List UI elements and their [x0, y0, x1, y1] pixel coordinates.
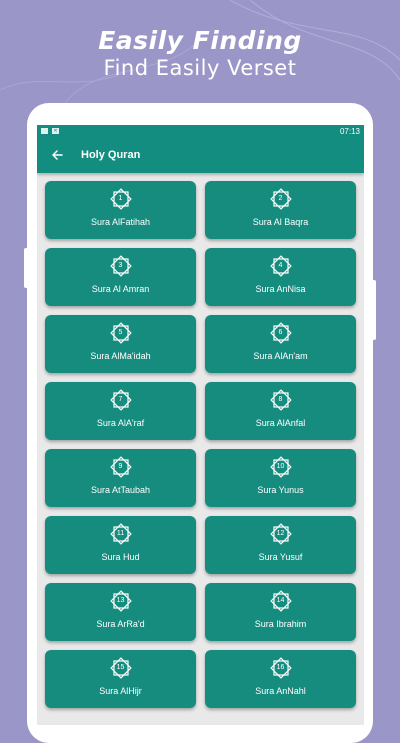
star-badge-icon: 10 [268, 454, 294, 480]
sura-number: 15 [116, 664, 125, 671]
phone-side-button-right [372, 280, 376, 340]
star-badge-icon: 16 [268, 655, 294, 681]
page-title: Holy Quran [81, 149, 141, 161]
back-button[interactable] [39, 137, 75, 173]
sura-card[interactable]: 13 Sura ArRa'd [45, 583, 196, 641]
sura-card[interactable]: 7 Sura AlA'raf [45, 382, 196, 440]
sura-card[interactable]: 9 Sura AtTaubah [45, 449, 196, 507]
sura-name: Sura Hud [101, 552, 140, 562]
sura-number: 1 [118, 195, 123, 202]
sura-number: 2 [278, 195, 283, 202]
star-badge-icon: 2 [268, 186, 294, 212]
sura-name: Sura AlMa'idah [90, 351, 151, 361]
sura-number: 14 [276, 597, 285, 604]
sura-number: 11 [116, 530, 125, 537]
star-badge-icon: 5 [108, 320, 134, 346]
sura-card[interactable]: 2 Sura Al Baqra [205, 181, 356, 239]
promo-subheadline: Find Easily Verset [103, 56, 297, 80]
sura-card[interactable]: 16 Sura AnNahl [205, 650, 356, 708]
sura-name: Sura AtTaubah [90, 485, 151, 495]
background-swirl-decoration [0, 0, 400, 110]
sura-card[interactable]: 10 Sura Yunus [205, 449, 356, 507]
star-badge-icon: 3 [108, 253, 134, 279]
sura-number: 4 [278, 262, 283, 269]
sura-card[interactable]: 11 Sura Hud [45, 516, 196, 574]
sura-number: 3 [118, 262, 123, 269]
app-screen: ✕ 07:13 Holy Quran 1 Sura AlFatihah 2 Su… [37, 125, 364, 725]
star-badge-icon: 14 [268, 588, 294, 614]
sura-card[interactable]: 5 Sura AlMa'idah [45, 315, 196, 373]
sura-number: 13 [116, 597, 125, 604]
sura-name: Sura Ibrahim [254, 619, 307, 629]
image-icon [41, 128, 48, 134]
sura-name: Sura AlHijr [99, 686, 142, 696]
sura-number: 16 [276, 664, 285, 671]
status-bar: ✕ 07:13 [37, 125, 364, 137]
sura-number: 7 [118, 396, 123, 403]
sura-card[interactable]: 6 Sura AlAn'am [205, 315, 356, 373]
sura-card[interactable]: 12 Sura Yusuf [205, 516, 356, 574]
star-badge-icon: 9 [108, 454, 134, 480]
sura-card[interactable]: 8 Sura AlAnfal [205, 382, 356, 440]
sura-card[interactable]: 15 Sura AlHijr [45, 650, 196, 708]
sura-number: 12 [276, 530, 285, 537]
sura-name: Sura AlA'raf [96, 418, 145, 428]
star-badge-icon: 15 [108, 655, 134, 681]
app-bar: Holy Quran [37, 137, 364, 173]
sura-name: Sura Yusuf [258, 552, 303, 562]
sura-name: Sura AnNahl [255, 686, 306, 696]
sura-name: Sura Yunus [257, 485, 304, 495]
star-badge-icon: 8 [268, 387, 294, 413]
star-badge-icon: 6 [268, 320, 294, 346]
sura-number: 10 [276, 463, 285, 470]
arrow-left-icon [52, 150, 63, 160]
star-badge-icon: 4 [268, 253, 294, 279]
star-badge-icon: 12 [268, 521, 294, 547]
star-badge-icon: 11 [108, 521, 134, 547]
sura-number: 5 [118, 329, 123, 336]
sura-name: Sura ArRa'd [96, 619, 145, 629]
sura-grid: 1 Sura AlFatihah 2 Sura Al Baqra 3 Sura … [37, 173, 364, 708]
sura-name: Sura AlAnfal [255, 418, 306, 428]
sura-name: Sura Al Baqra [252, 217, 309, 227]
sura-number: 8 [278, 396, 283, 403]
phone-side-button-left [24, 248, 28, 288]
promo-headline: Easily Finding [98, 26, 302, 55]
sura-name: Sura Al Amran [91, 284, 150, 294]
star-badge-icon: 1 [108, 186, 134, 212]
sura-card[interactable]: 14 Sura Ibrahim [205, 583, 356, 641]
sura-number: 9 [118, 463, 123, 470]
sura-card[interactable]: 1 Sura AlFatihah [45, 181, 196, 239]
sura-name: Sura AnNisa [255, 284, 306, 294]
sura-card[interactable]: 3 Sura Al Amran [45, 248, 196, 306]
sura-number: 6 [278, 329, 283, 336]
star-badge-icon: 13 [108, 588, 134, 614]
sura-name: Sura AlFatihah [90, 217, 151, 227]
star-badge-icon: 7 [108, 387, 134, 413]
status-time: 07:13 [339, 126, 360, 136]
x-notification-icon: ✕ [52, 128, 59, 134]
sura-card[interactable]: 4 Sura AnNisa [205, 248, 356, 306]
sura-name: Sura AlAn'am [253, 351, 308, 361]
